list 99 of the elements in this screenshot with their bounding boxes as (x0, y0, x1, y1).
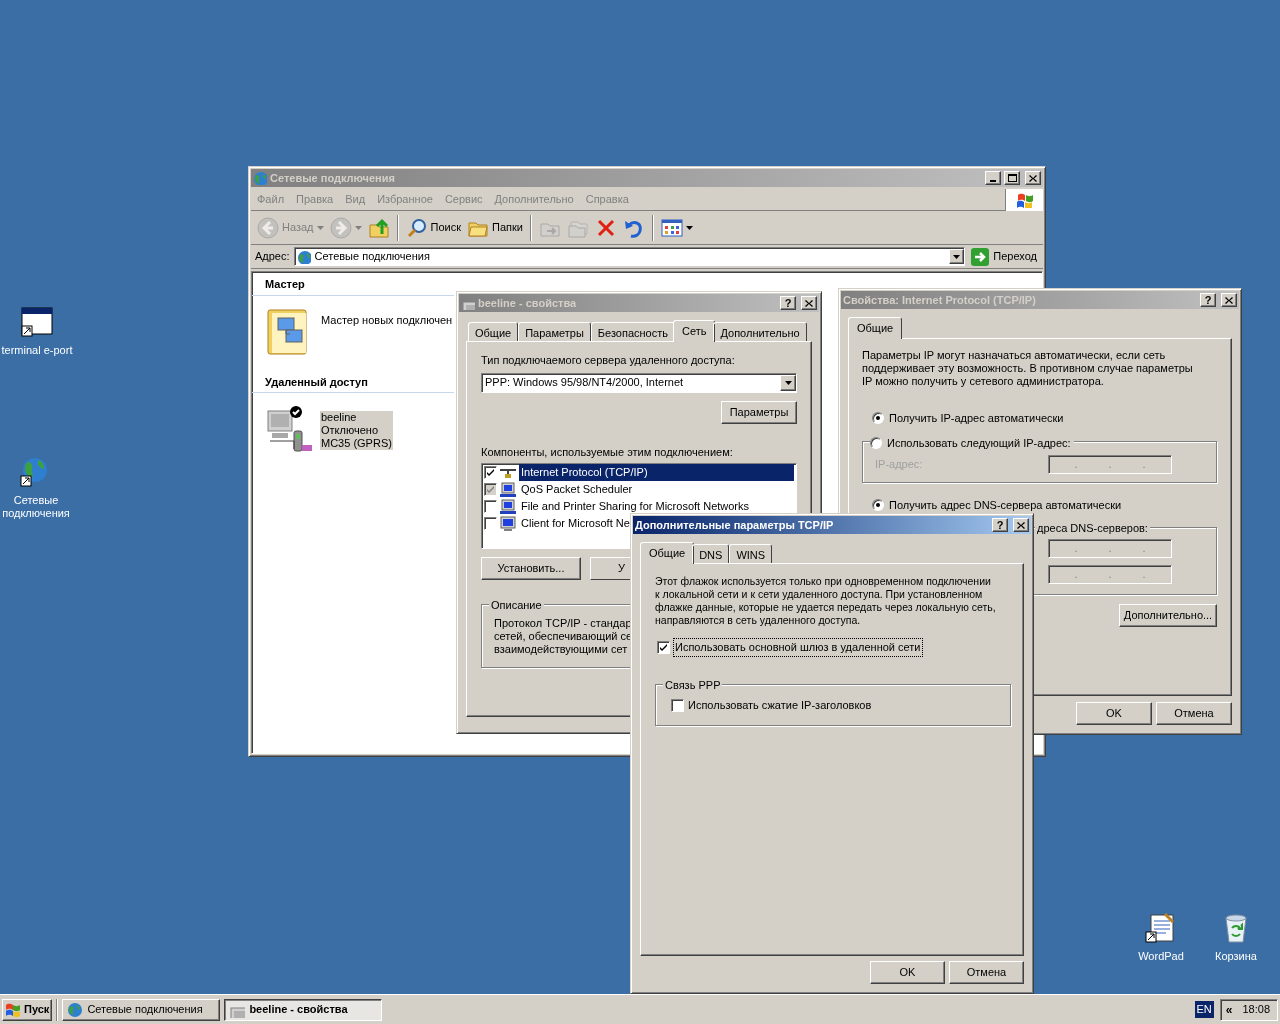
folders-button[interactable]: Папки (465, 213, 525, 242)
close-icon (1225, 296, 1233, 304)
folder-up-icon (367, 216, 390, 239)
intro-text: Параметры IP могут назначаться автоматически, если сеть поддерживает эту возможность. В противном случае параметры IP можно получить у сетевого администратора. (862, 349, 1194, 388)
icon-label[interactable]: Корзина (1215, 950, 1257, 963)
dropdown-value: PPP: Windows 95/98/NT4/2000, Internet (485, 375, 685, 391)
component-label[interactable]: Internet Protocol (TCP/IP) (519, 464, 794, 481)
tab[interactable]: WINS (729, 544, 773, 563)
tab[interactable]: Общие (640, 542, 695, 564)
taskbar-button[interactable]: Сетевые подключения (62, 998, 221, 1021)
show-hidden-icons-button[interactable]: « (1225, 1000, 1233, 1019)
group-heading: Удаленный доступ (252, 373, 454, 393)
globe-icon (67, 1001, 84, 1018)
field-label: Тип подключаемого сервера удаленного доступа: (481, 353, 736, 368)
tab[interactable]: Общие (848, 317, 903, 339)
address-label: Адрес: (255, 249, 290, 265)
check-icon (660, 643, 667, 651)
close-button[interactable] (1025, 171, 1041, 185)
tab[interactable]: Общие (468, 322, 519, 341)
settings-button[interactable]: Параметры (721, 400, 797, 424)
icon-label[interactable]: WordPad (1138, 950, 1184, 963)
computer-icon (500, 481, 516, 498)
window-title: beeline - свойства (478, 295, 577, 311)
monitor-icon (500, 515, 516, 532)
checkbox-label[interactable]: Использовать основной шлюз в удаленной сети (674, 639, 922, 656)
window-title: Свойства: Internet Protocol (TCP/IP) (843, 292, 1036, 308)
dropdown-button[interactable] (949, 249, 965, 264)
globe-icon (253, 171, 267, 185)
help-button[interactable]: ? (1200, 293, 1216, 307)
connection-label[interactable]: Мастер новых подключен (320, 313, 454, 327)
remove-button[interactable]: У (590, 557, 630, 580)
help-button[interactable]: ? (992, 518, 1008, 532)
help-button[interactable]: ? (780, 296, 796, 310)
radio-label[interactable]: Получить IP-адрес автоматически (889, 410, 1064, 427)
search-icon (405, 216, 428, 239)
checkbox[interactable] (657, 640, 670, 654)
clock: 18:08 (1242, 1002, 1271, 1018)
notepad-icon (1145, 912, 1177, 944)
group-legend: Связь PPP (665, 676, 721, 693)
group-legend: дреса DNS-серверов: (1037, 520, 1148, 537)
address-text: Сетевые подключения (314, 249, 431, 265)
views-grid-icon (660, 216, 683, 239)
dialog-button[interactable]: OK (1076, 702, 1152, 725)
window-icon (21, 306, 53, 338)
radio-button[interactable] (872, 412, 884, 425)
close-button[interactable] (1221, 293, 1237, 307)
close-icon (1017, 521, 1025, 529)
close-icon (805, 299, 813, 307)
group-heading: Мастер (252, 276, 454, 296)
component-label[interactable]: File and Printer Sharing for Microsoft Networks (519, 498, 752, 515)
radio-button[interactable] (870, 436, 882, 449)
close-button[interactable] (1013, 518, 1029, 532)
address-field[interactable]: Сетевые подключения (293, 247, 966, 266)
go-button[interactable]: Переход (969, 247, 1039, 266)
component-label[interactable]: Client for Microsoft Ne (519, 515, 632, 532)
tab[interactable]: Сеть (673, 320, 716, 342)
checkbox[interactable] (484, 517, 497, 530)
dialog-button[interactable]: Отмена (949, 961, 1024, 984)
computer-icon (500, 498, 516, 515)
maximize-button[interactable] (1004, 171, 1020, 185)
group-legend: Описание (491, 597, 542, 614)
maximize-icon (1007, 174, 1017, 182)
caret-icon (784, 380, 792, 385)
caret-icon (354, 225, 362, 230)
tab[interactable]: DNS (692, 544, 730, 563)
radio-label[interactable]: Получить адрес DNS-сервера автоматически (889, 496, 1122, 513)
flag-logo-icon (1015, 191, 1034, 208)
checkbox[interactable] (671, 699, 684, 712)
caret-icon (316, 225, 324, 230)
icon-label[interactable]: terminal e-port (1, 344, 73, 357)
tab[interactable]: Дополнительно (713, 322, 807, 341)
field-label: Компоненты, используемые этим подключением: (481, 444, 734, 460)
server-type-dropdown[interactable]: PPP: Windows 95/98/NT4/2000, Internet (481, 372, 797, 393)
caret-icon (953, 254, 961, 259)
radio-label[interactable]: Использовать следующий IP-адрес: (887, 434, 1071, 451)
advanced-button[interactable]: Дополнительно... (1119, 604, 1217, 627)
connection-label[interactable]: beeline Отключено MC35 (GPRS) (320, 411, 393, 450)
minimize-button[interactable] (985, 171, 1001, 185)
start-button[interactable]: Пуск (2, 998, 53, 1021)
caret-icon (685, 225, 693, 230)
dialog-button[interactable]: OK (870, 961, 945, 984)
dialup-connection-icon (266, 405, 314, 453)
install-button[interactable]: Установить... (481, 557, 581, 580)
windows-flag-icon (5, 1002, 21, 1017)
tab[interactable]: Параметры (518, 322, 591, 341)
check-icon (487, 486, 494, 493)
icon-label[interactable]: Сетевые подключения (0, 494, 72, 520)
dropdown-button[interactable] (780, 374, 796, 391)
taskbar-button[interactable]: beeline - свойства (224, 998, 383, 1021)
globe-icon (296, 249, 311, 264)
window-title: Дополнительные параметры TCP/IP (635, 517, 834, 533)
search-button[interactable]: Поиск (403, 213, 463, 242)
close-icon (1029, 174, 1037, 182)
window-title: Сетевые подключения (270, 170, 395, 186)
note-text: Этот флажок используется только при одновременном подключении к локальной сети и к сети удаленного доступа. При установленном флажке данные, которые не удается передать через локальную сеть, направляются в сеть удаленного доступа. (655, 575, 997, 627)
language-indicator[interactable]: EN (1194, 1001, 1214, 1018)
check-icon (487, 469, 494, 476)
dialog-button[interactable]: Отмена (1156, 702, 1232, 725)
close-button[interactable] (801, 296, 817, 310)
